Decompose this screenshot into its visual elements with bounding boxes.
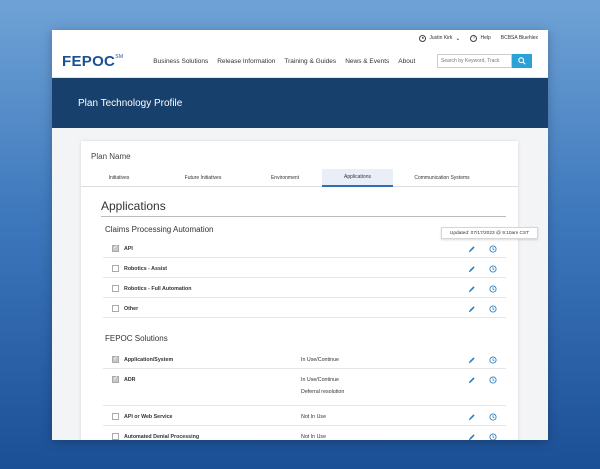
row-status: Not In Use bbox=[301, 433, 327, 440]
tab-bar: Initiatives Future Initiatives Environme… bbox=[81, 169, 518, 187]
profile-card: Plan Name Initiatives Future Initiatives… bbox=[81, 141, 518, 440]
row-label: ADR bbox=[124, 376, 136, 383]
section-divider bbox=[101, 216, 506, 217]
clock-icon[interactable] bbox=[488, 284, 497, 293]
pencil-icon[interactable] bbox=[467, 432, 476, 440]
search-icon bbox=[518, 57, 526, 65]
nav-about[interactable]: About bbox=[398, 58, 415, 65]
row-checkbox[interactable] bbox=[112, 355, 119, 363]
tab-initiatives[interactable]: Initiatives bbox=[87, 169, 151, 187]
fepoc-logo[interactable]: FEPOCSM bbox=[62, 53, 123, 70]
row-label: Other bbox=[124, 305, 139, 312]
logo-mark: SM bbox=[115, 54, 124, 60]
row-checkbox[interactable] bbox=[112, 375, 119, 383]
clock-icon[interactable] bbox=[488, 412, 497, 421]
clock-icon[interactable] bbox=[488, 264, 497, 273]
clock-icon[interactable] bbox=[488, 375, 497, 384]
row-checkbox[interactable] bbox=[112, 285, 119, 292]
list-item: Robotics - Assist bbox=[103, 258, 506, 278]
tab-future-initiatives[interactable]: Future Initiatives bbox=[170, 169, 236, 187]
pencil-icon[interactable] bbox=[467, 284, 476, 293]
clock-icon[interactable] bbox=[488, 432, 497, 440]
row-label: Automated Denial Processing bbox=[124, 433, 200, 440]
group-title: Claims Processing Automation bbox=[105, 225, 214, 234]
user-icon: ● bbox=[419, 34, 427, 42]
pencil-icon[interactable] bbox=[467, 264, 476, 273]
search-input[interactable]: Search by Keyword, Track bbox=[437, 54, 512, 68]
clock-icon[interactable] bbox=[488, 244, 497, 253]
pencil-icon[interactable] bbox=[467, 304, 476, 313]
pencil-icon[interactable] bbox=[467, 244, 476, 253]
updated-tooltip: Updated: 07/17/2023 @ 9:10am CST bbox=[441, 227, 538, 239]
main-nav: FEPOCSM Business Solutions Release Infor… bbox=[52, 46, 548, 78]
nav-news-events[interactable]: News & Events bbox=[345, 58, 389, 65]
nav-training-guides[interactable]: Training & Guides bbox=[284, 58, 336, 65]
list-item: Automated Denial Processing Not In Use bbox=[103, 426, 506, 440]
chevron-down-icon: ⌄ bbox=[455, 35, 461, 42]
row-checkbox[interactable] bbox=[112, 305, 119, 312]
utility-bar: ● Justin Kirk ⌄ ? Help BCBSA Bluehlex bbox=[52, 30, 548, 46]
help-label: Help bbox=[480, 35, 491, 41]
row-label: API bbox=[124, 245, 133, 252]
logo-text: FEPOC bbox=[62, 53, 116, 70]
tab-communication-systems[interactable]: Communication Systems bbox=[404, 169, 480, 187]
search-button[interactable] bbox=[512, 54, 532, 68]
user-menu[interactable]: ● Justin Kirk ⌄ bbox=[419, 34, 461, 42]
list-item: Other bbox=[103, 298, 506, 318]
nav-release-information[interactable]: Release Information bbox=[217, 58, 275, 65]
list-item: API bbox=[103, 238, 506, 258]
org-link[interactable]: BCBSA Bluehlex bbox=[501, 35, 538, 41]
row-note: Deferral resolution bbox=[301, 389, 345, 395]
plan-name: Plan Name bbox=[91, 152, 131, 161]
row-checkbox[interactable] bbox=[112, 244, 119, 252]
app-window: ● Justin Kirk ⌄ ? Help BCBSA Bluehlex FE… bbox=[52, 30, 548, 440]
section-title: Applications bbox=[101, 199, 166, 213]
page-title: Plan Technology Profile bbox=[78, 97, 183, 109]
row-label: Robotics - Full Automation bbox=[124, 285, 192, 292]
row-label: Robotics - Assist bbox=[124, 265, 168, 272]
help-link[interactable]: ? Help bbox=[470, 34, 491, 42]
clock-icon[interactable] bbox=[488, 304, 497, 313]
row-label: Application/System bbox=[124, 356, 174, 363]
row-status: In Use/Continue bbox=[301, 376, 339, 383]
row-status: In Use/Continue bbox=[301, 356, 339, 363]
row-status: Not In Use bbox=[301, 413, 327, 420]
tab-environment[interactable]: Environment bbox=[257, 169, 313, 187]
tab-applications[interactable]: Applications bbox=[322, 169, 393, 187]
list-item: API or Web Service Not In Use bbox=[103, 406, 506, 426]
org-label: BCBSA Bluehlex bbox=[500, 35, 538, 41]
user-name: Justin Kirk bbox=[429, 35, 453, 41]
row-checkbox[interactable] bbox=[112, 265, 119, 272]
list-item: Application/System In Use/Continue bbox=[103, 349, 506, 369]
list-item: ADR In Use/Continue Deferral resolution bbox=[103, 369, 506, 406]
help-icon: ? bbox=[470, 34, 478, 42]
search-box: Search by Keyword, Track bbox=[437, 54, 532, 68]
group-title: FEPOC Solutions bbox=[105, 334, 168, 343]
pencil-icon[interactable] bbox=[467, 355, 476, 364]
row-checkbox[interactable] bbox=[112, 413, 119, 420]
nav-business-solutions[interactable]: Business Solutions bbox=[153, 58, 208, 65]
pencil-icon[interactable] bbox=[467, 412, 476, 421]
list-item: Robotics - Full Automation bbox=[103, 278, 506, 298]
clock-icon[interactable] bbox=[488, 355, 497, 364]
row-label: API or Web Service bbox=[124, 413, 173, 420]
page-hero: Plan Technology Profile bbox=[52, 78, 548, 128]
row-checkbox[interactable] bbox=[112, 433, 119, 440]
pencil-icon[interactable] bbox=[467, 375, 476, 384]
